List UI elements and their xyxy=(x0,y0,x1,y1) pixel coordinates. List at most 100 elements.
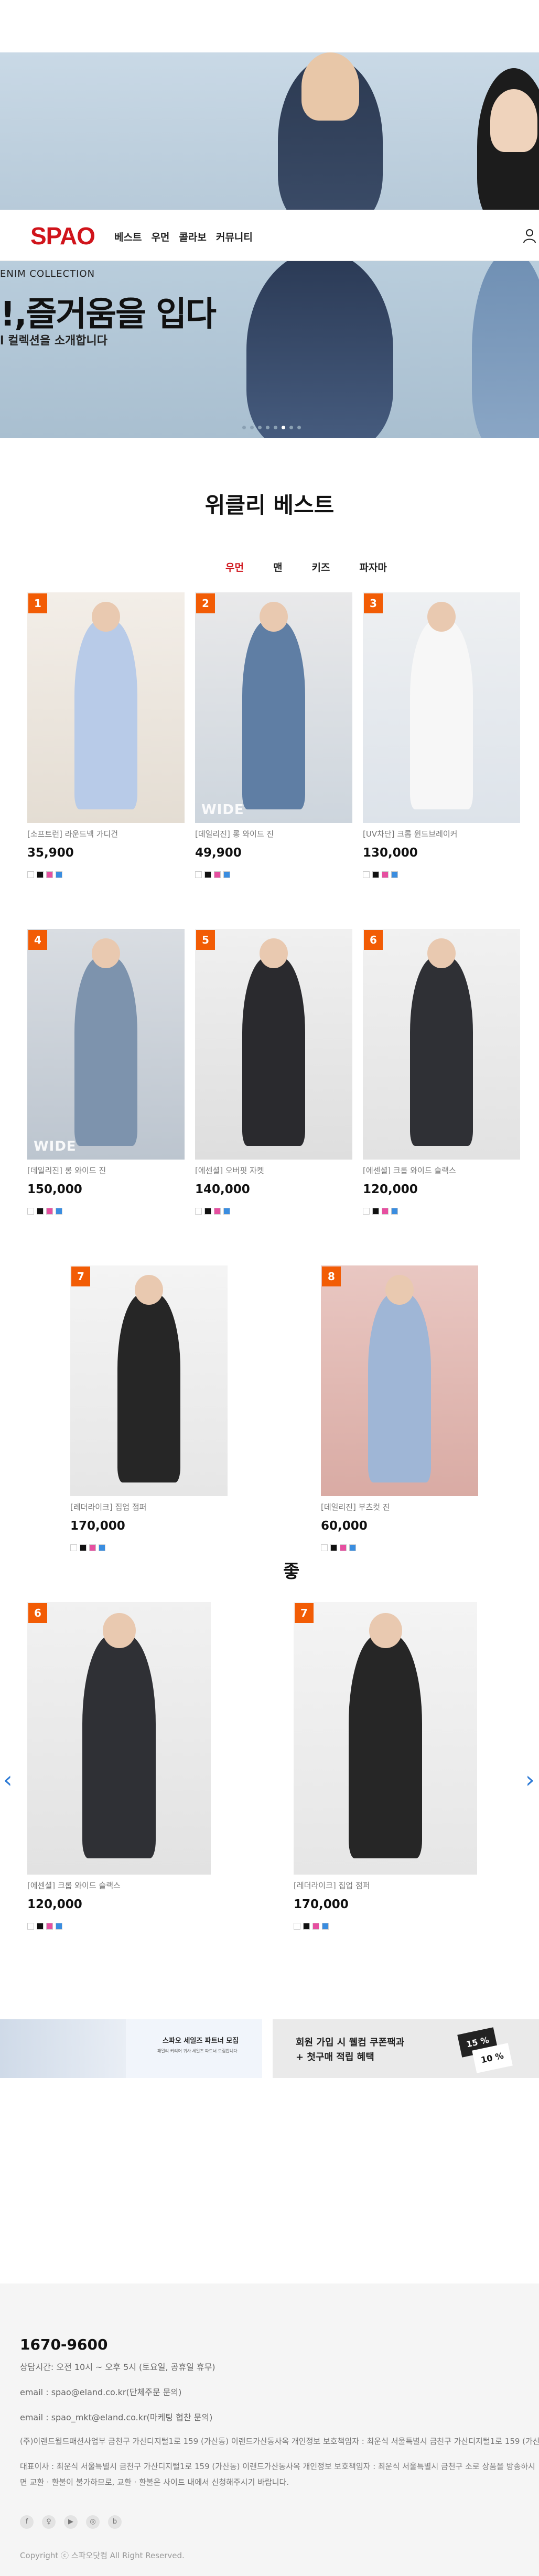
product-name[interactable]: [에센셜] 오버핏 자켓 xyxy=(195,1165,264,1176)
color-swatch[interactable] xyxy=(37,871,44,878)
product-image[interactable] xyxy=(321,1265,478,1496)
product-name[interactable]: [소프트런] 라운드넥 가디건 xyxy=(27,828,118,839)
youtube-icon[interactable]: ▶ xyxy=(64,2515,78,2529)
tab-women[interactable]: 우먼 xyxy=(225,560,244,574)
instagram-icon[interactable]: ◎ xyxy=(86,2515,100,2529)
color-swatch[interactable] xyxy=(195,1208,202,1215)
tab-men[interactable]: 맨 xyxy=(273,560,282,574)
color-swatch[interactable] xyxy=(204,871,211,878)
product-name[interactable]: [레더라이크] 집업 점퍼 xyxy=(70,1501,146,1512)
footer-hours: 상담시간: 오전 10시 ~ 오후 5시 (토요일, 공휴일 휴무) xyxy=(20,2362,215,2372)
signup-banner[interactable]: 회원 가입 시 웰컴 쿠폰팩과 + 첫구매 적립 혜택 15 % 10 % xyxy=(273,2019,539,2078)
color-swatches xyxy=(70,1544,105,1551)
facebook-icon[interactable]: f xyxy=(20,2515,34,2529)
slide-dot[interactable] xyxy=(297,426,301,429)
color-swatch[interactable] xyxy=(330,1544,337,1551)
color-swatch[interactable] xyxy=(391,1208,398,1215)
tab-kids[interactable]: 키즈 xyxy=(311,560,330,574)
color-swatch[interactable] xyxy=(46,1208,53,1215)
footer-email-1[interactable]: email : spao@eland.co.kr(단체주문 문의) xyxy=(20,2385,181,2398)
color-swatch[interactable] xyxy=(46,871,53,878)
product-image[interactable] xyxy=(27,592,185,823)
product-image[interactable] xyxy=(363,592,520,823)
nav-women[interactable]: 우먼 xyxy=(151,230,169,244)
product-image[interactable] xyxy=(70,1265,228,1496)
product-image[interactable]: WIDE xyxy=(195,592,352,823)
nav-best[interactable]: 베스트 xyxy=(114,230,142,244)
product-name[interactable]: [UV차단] 크롭 윈드브레이커 xyxy=(363,828,457,839)
product-name[interactable]: [데일리진] 롱 와이드 진 xyxy=(27,1165,106,1176)
section-title: 위클리 베스트 xyxy=(204,492,335,518)
color-swatch[interactable] xyxy=(89,1544,96,1551)
color-swatch[interactable] xyxy=(214,871,221,878)
tab-pajama[interactable]: 파자마 xyxy=(359,560,386,574)
nav-collab[interactable]: 콜라보 xyxy=(179,230,206,244)
color-swatch[interactable] xyxy=(382,871,389,878)
footer-email-2[interactable]: email : spao_mkt@eland.co.kr(마케팅 협찬 문의) xyxy=(20,2410,212,2423)
product-image[interactable] xyxy=(195,929,352,1160)
carousel-prev-icon[interactable]: ‹ xyxy=(3,1767,13,1793)
color-swatch[interactable] xyxy=(340,1544,347,1551)
color-swatch[interactable] xyxy=(99,1544,105,1551)
product-image[interactable] xyxy=(27,1602,211,1875)
nav-community[interactable]: 커뮤니티 xyxy=(216,230,253,244)
color-swatch[interactable] xyxy=(56,1208,62,1215)
color-swatch[interactable] xyxy=(294,1923,300,1930)
slide-dot[interactable] xyxy=(282,426,285,429)
product-price: 35,900 xyxy=(27,846,74,860)
color-swatch[interactable] xyxy=(204,1208,211,1215)
carousel-next-icon[interactable]: › xyxy=(525,1767,535,1793)
product-name[interactable]: [에센셜] 크롭 와이드 슬랙스 xyxy=(363,1165,456,1176)
color-swatch[interactable] xyxy=(27,1208,34,1215)
color-swatches xyxy=(195,871,230,878)
color-swatch[interactable] xyxy=(195,871,202,878)
slide-dot[interactable] xyxy=(258,426,262,429)
color-swatch[interactable] xyxy=(37,1923,44,1930)
color-swatch[interactable] xyxy=(214,1208,221,1215)
slide-dot[interactable] xyxy=(266,426,270,429)
color-swatch[interactable] xyxy=(382,1208,389,1215)
color-swatch[interactable] xyxy=(349,1544,356,1551)
product-name[interactable]: [데일리진] 부츠컷 진 xyxy=(321,1501,390,1512)
color-swatch[interactable] xyxy=(322,1923,329,1930)
product-image[interactable]: WIDE xyxy=(27,929,185,1160)
color-swatch[interactable] xyxy=(303,1923,310,1930)
slide-dot[interactable] xyxy=(250,426,254,429)
product-name[interactable]: [에센셜] 크롭 와이드 슬랙스 xyxy=(27,1880,121,1891)
product-image[interactable] xyxy=(363,929,520,1160)
product-figure-head xyxy=(135,1274,163,1305)
product-name[interactable]: [데일리진] 롱 와이드 진 xyxy=(195,828,274,839)
color-swatch[interactable] xyxy=(56,871,62,878)
product-name[interactable]: [레더라이크] 집업 점퍼 xyxy=(294,1880,370,1891)
color-swatch[interactable] xyxy=(46,1923,53,1930)
user-icon[interactable] xyxy=(522,228,537,244)
color-swatch[interactable] xyxy=(37,1208,44,1215)
pinterest-icon[interactable]: ♀ xyxy=(42,2515,56,2529)
color-swatch[interactable] xyxy=(321,1544,328,1551)
hero-subtitle: ENIM COLLECTION xyxy=(0,268,95,279)
slide-dot[interactable] xyxy=(242,426,246,429)
color-swatch[interactable] xyxy=(27,871,34,878)
color-swatch[interactable] xyxy=(372,1208,379,1215)
blog-icon[interactable]: b xyxy=(108,2515,122,2529)
hero-model-jeans xyxy=(472,261,539,438)
color-swatch[interactable] xyxy=(223,871,230,878)
product-figure xyxy=(242,620,305,809)
slide-dot[interactable] xyxy=(274,426,277,429)
color-swatch[interactable] xyxy=(312,1923,319,1930)
color-swatch[interactable] xyxy=(80,1544,87,1551)
color-swatch[interactable] xyxy=(223,1208,230,1215)
slide-dot[interactable] xyxy=(289,426,293,429)
color-swatch[interactable] xyxy=(372,871,379,878)
logo[interactable]: SPAO xyxy=(30,222,95,250)
color-swatch[interactable] xyxy=(363,871,370,878)
color-swatch[interactable] xyxy=(27,1923,34,1930)
color-swatch[interactable] xyxy=(70,1544,77,1551)
hero-model-face-2 xyxy=(490,89,537,152)
product-image[interactable] xyxy=(294,1602,477,1875)
partner-banner[interactable]: 스파오 세일즈 파트너 모집 패밀리 커리어 귀사 세일즈 파트너 모집합니다 xyxy=(0,2019,262,2078)
color-swatch[interactable] xyxy=(363,1208,370,1215)
rank-badge: 6 xyxy=(28,1603,47,1623)
color-swatch[interactable] xyxy=(56,1923,62,1930)
color-swatch[interactable] xyxy=(391,871,398,878)
